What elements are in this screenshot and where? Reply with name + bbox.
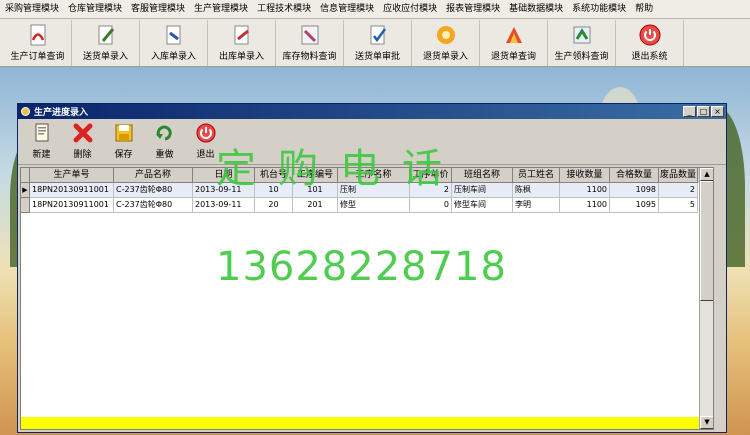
toolbar-button-pdf[interactable]: 生产订单查询 <box>4 20 72 66</box>
menu-item[interactable]: 采购管理模块 <box>0 0 63 19</box>
material-icon <box>573 26 590 44</box>
save-label: 保存 <box>114 150 133 160</box>
table-cell[interactable]: 修型 <box>338 198 410 213</box>
column-header[interactable]: 废品数量 <box>659 168 698 183</box>
new-label: 新建 <box>32 150 51 160</box>
progress-grid: 生产单号 产品名称 日期 机台号 工序编号 工序名称 工序单价 班组名称 员工姓名 接收数量 合格数… <box>20 167 714 430</box>
pdf-icon <box>30 24 45 46</box>
menu-item[interactable]: 信息管理模块 <box>315 0 378 19</box>
toolbar-button-document-edit[interactable]: 送货单录入 <box>72 20 140 66</box>
table-cell[interactable]: 0 <box>410 198 452 213</box>
toolbar-button-label: 送货单审批 <box>354 52 400 62</box>
menu-item[interactable]: 帮助 <box>630 0 657 19</box>
document-out-icon <box>234 25 249 45</box>
table-cell[interactable]: 陈枫 <box>513 183 560 198</box>
delete-icon <box>73 123 92 143</box>
column-header[interactable]: 生产单号 <box>30 168 114 183</box>
menu-item[interactable]: 生产管理模块 <box>189 0 252 19</box>
close-button[interactable]: × <box>711 106 724 117</box>
table-cell[interactable]: 18PN20130911001 <box>30 183 114 198</box>
scroll-down-icon[interactable]: ▼ <box>700 416 713 429</box>
delete-button[interactable]: 删除 <box>62 119 103 163</box>
toolbar-button-label: 库存物料查询 <box>282 52 337 62</box>
table-cell[interactable]: 1098 <box>610 183 659 198</box>
menu-bar: 采购管理模块 仓库管理模块 客服管理模块 生产管理模块 工程技术模块 信息管理模块 应收应付… <box>0 0 750 19</box>
exit-label: 退出 <box>196 150 215 160</box>
toolbar-button-label: 入库单录入 <box>150 52 196 62</box>
maximize-button[interactable]: □ <box>697 106 710 117</box>
scroll-up-icon[interactable]: ▲ <box>700 168 713 181</box>
toolbar-button-document-in[interactable]: 入库单录入 <box>140 20 208 66</box>
new-icon <box>35 123 48 142</box>
toolbar-button-approve[interactable]: 送货单审批 <box>344 20 412 66</box>
toolbar-button-power[interactable]: 退出系统 <box>616 20 684 66</box>
new-button[interactable]: 新建 <box>21 119 62 163</box>
table-cell[interactable]: 201 <box>293 198 338 213</box>
toolbar-button-return[interactable]: 退货单录入 <box>412 20 480 66</box>
table-cell[interactable]: 2013-09-11 <box>193 198 255 213</box>
save-button[interactable]: 保存 <box>103 119 144 163</box>
menu-item[interactable]: 工程技术模块 <box>252 0 315 19</box>
redo-label: 重做 <box>155 150 174 160</box>
table-cell[interactable]: 李明 <box>513 198 560 213</box>
main-toolbar: 生产订单查询 送货单录入 入库单录入 出库单录入 库存物料查询 送货单审批 退货单录入 退货单… <box>0 19 750 67</box>
table-cell[interactable]: 1100 <box>560 198 610 213</box>
table-cell[interactable]: 18PN20130911001 <box>30 198 114 213</box>
menu-item[interactable]: 基础数据模块 <box>504 0 567 19</box>
approve-icon <box>370 25 386 45</box>
save-icon <box>115 124 132 142</box>
menu-item[interactable]: 报表管理模块 <box>441 0 504 19</box>
redo-icon <box>155 125 172 141</box>
table-cell[interactable]: 5 <box>659 198 698 213</box>
vertical-scrollbar[interactable]: ▲ ▼ <box>699 168 713 429</box>
toolbar-button-return-search[interactable]: 退货单查询 <box>480 20 548 66</box>
grid-footer-bar <box>21 417 713 429</box>
menu-item[interactable]: 仓库管理模块 <box>63 0 126 19</box>
toolbar-button-inventory[interactable]: 库存物料查询 <box>276 20 344 66</box>
table-cell[interactable]: 修型车间 <box>452 198 513 213</box>
table-cell[interactable]: 2 <box>659 183 698 198</box>
column-header[interactable]: 合格数量 <box>610 168 659 183</box>
window-app-icon <box>21 107 30 116</box>
redo-button[interactable]: 重做 <box>144 119 185 163</box>
table-row[interactable]: 18PN20130911001 C-237齿轮Φ80 2013-09-11 20 201… <box>21 198 713 213</box>
minimize-button[interactable]: _ <box>683 106 696 117</box>
watermark-order-phone-label: 定购电话 <box>216 146 464 192</box>
toolbar-button-document-out[interactable]: 出库单录入 <box>208 20 276 66</box>
toolbar-button-label: 送货单录入 <box>82 52 128 62</box>
column-header[interactable]: 接收数量 <box>560 168 610 183</box>
column-header[interactable]: 员工姓名 <box>513 168 560 183</box>
toolbar-button-material[interactable]: 生产领料查询 <box>548 20 616 66</box>
menu-item[interactable]: 应收应付模块 <box>378 0 441 19</box>
delete-label: 删除 <box>73 150 92 160</box>
table-cell[interactable]: 20 <box>255 198 293 213</box>
scroll-thumb[interactable] <box>700 181 713 301</box>
column-header[interactable]: 产品名称 <box>114 168 193 183</box>
table-cell[interactable]: 1095 <box>610 198 659 213</box>
toolbar-button-label: 生产订单查询 <box>10 52 65 62</box>
table-cell[interactable]: C-237齿轮Φ80 <box>114 183 193 198</box>
menu-item[interactable]: 系统功能模块 <box>567 0 630 19</box>
inventory-icon <box>301 25 318 45</box>
power-icon <box>639 24 660 46</box>
toolbar-button-label: 生产领料查询 <box>554 52 609 62</box>
toolbar-button-label: 出库单录入 <box>218 52 264 62</box>
table-cell[interactable]: 1100 <box>560 183 610 198</box>
window-titlebar[interactable]: 生产进度录入 _ □ × <box>18 104 726 119</box>
row-indicator-header <box>21 168 30 183</box>
document-in-icon <box>166 25 180 45</box>
return-icon <box>436 26 455 44</box>
table-cell[interactable]: C-237齿轮Φ80 <box>114 198 193 213</box>
exit-icon <box>196 123 215 143</box>
watermark-phone-number: 13628228718 <box>216 244 507 290</box>
toolbar-button-label: 退货单录入 <box>422 52 468 62</box>
window-title: 生产进度录入 <box>34 108 89 118</box>
row-indicator <box>21 198 30 213</box>
toolbar-button-label: 退出系统 <box>631 52 668 62</box>
toolbar-button-label: 退货单查询 <box>490 52 536 62</box>
return-search-icon <box>505 27 522 43</box>
document-edit-icon <box>98 25 114 45</box>
menu-item[interactable]: 客服管理模块 <box>126 0 189 19</box>
row-indicator: ▶ <box>21 183 30 198</box>
